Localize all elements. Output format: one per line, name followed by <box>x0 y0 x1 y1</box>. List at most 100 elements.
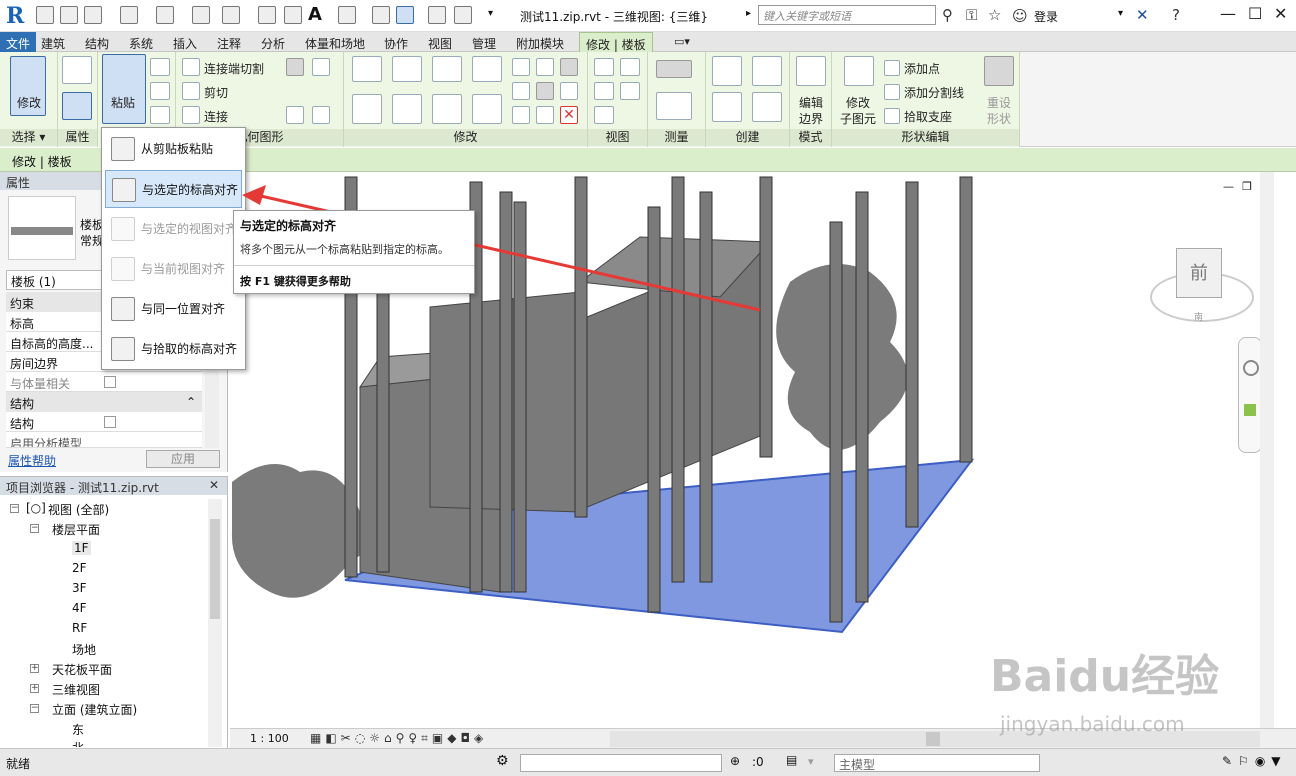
properties-icon[interactable] <box>62 92 92 120</box>
scale-label[interactable]: 1 : 100 <box>250 732 289 745</box>
menu-item-align-selected-views[interactable]: 与选定的视图对齐 <box>105 210 242 248</box>
edit-boundary-icon[interactable] <box>796 56 826 86</box>
section-icon[interactable] <box>372 6 390 24</box>
tab-structure[interactable]: 结构 <box>85 35 109 52</box>
exchange-apps-icon[interactable]: ✕ <box>1136 6 1149 24</box>
hide-icon[interactable] <box>594 58 614 76</box>
copy-icon[interactable] <box>150 82 170 100</box>
text-icon[interactable]: A <box>308 4 322 25</box>
selection-filter-icons[interactable]: ✎⚐◉▼ <box>1222 754 1287 768</box>
design-options-icon[interactable]: ▤ <box>786 753 797 767</box>
login-dropdown-icon[interactable]: ▾ <box>1118 8 1123 19</box>
tab-massing[interactable]: 体量和场地 <box>305 35 365 52</box>
zoom-icon[interactable] <box>1244 404 1256 416</box>
tab-collaborate[interactable]: 协作 <box>384 35 408 52</box>
type-properties-icon[interactable] <box>62 56 92 84</box>
join-geometry-icon[interactable] <box>182 106 200 124</box>
undo-icon[interactable] <box>120 6 138 24</box>
dimension-icon[interactable] <box>258 6 276 24</box>
mirror-draw-icon[interactable] <box>472 56 502 82</box>
browser-scroll-thumb[interactable] <box>210 519 220 619</box>
structural-checkbox[interactable] <box>104 416 116 428</box>
delete-icon[interactable]: ✕ <box>560 106 578 124</box>
browser-scrollbar[interactable] <box>208 499 222 747</box>
search-input[interactable]: 键入关键字或短语 <box>758 5 936 25</box>
split-element-icon[interactable] <box>512 58 530 76</box>
cut-clipboard-icon[interactable] <box>150 58 170 76</box>
subscription-icon[interactable]: ⚿ <box>966 6 977 24</box>
measure-icon[interactable] <box>222 6 240 24</box>
align-icon[interactable] <box>352 56 382 82</box>
tree-level-4f[interactable]: 4F <box>72 601 87 615</box>
view-minimize-icon[interactable]: — <box>1223 180 1234 193</box>
graphics-icon[interactable] <box>620 82 640 100</box>
split-gap-icon[interactable] <box>536 58 554 76</box>
override-icon[interactable] <box>620 58 640 76</box>
create-part-icon[interactable] <box>712 56 742 86</box>
collapse-icon[interactable]: − <box>30 524 39 533</box>
tree-elevation-east[interactable]: 东 <box>72 721 84 738</box>
trim-icon[interactable] <box>472 94 502 124</box>
tab-systems[interactable]: 系统 <box>129 35 153 52</box>
tab-options-icon[interactable]: ▭▾ <box>674 35 690 48</box>
switch-windows-icon[interactable] <box>454 6 472 24</box>
scale-icon[interactable] <box>536 82 554 100</box>
qat-dropdown-icon[interactable]: ▾ <box>488 8 493 19</box>
cut-label[interactable]: 剪切 <box>204 84 228 101</box>
collapse-icon[interactable]: ⌃ <box>186 395 196 409</box>
tree-level-rf[interactable]: RF <box>72 621 87 635</box>
add-point-icon[interactable] <box>884 60 900 76</box>
linework-icon[interactable] <box>594 82 614 100</box>
split-face-icon[interactable] <box>312 58 330 76</box>
move-icon[interactable] <box>352 94 382 124</box>
array-icon[interactable] <box>512 82 530 100</box>
user-icon[interactable]: ☺ <box>1012 7 1028 25</box>
cut-geometry-icon[interactable] <box>182 82 200 100</box>
properties-help-link[interactable]: 属性帮助 <box>8 452 56 469</box>
match-properties-icon[interactable] <box>150 106 170 124</box>
sync-icon[interactable] <box>84 6 102 24</box>
tab-addins[interactable]: 附加模块 <box>516 35 564 52</box>
tab-view[interactable]: 视图 <box>428 35 452 52</box>
minimize-button[interactable]: — <box>1220 4 1236 23</box>
collapse-icon[interactable]: − <box>30 704 39 713</box>
design-options-dropdown[interactable]: ▾ <box>808 755 814 768</box>
save-icon[interactable] <box>60 6 78 24</box>
aligned-dimension-icon[interactable] <box>656 92 692 120</box>
menu-item-align-selected-levels[interactable]: 与选定的标高对齐 <box>105 170 242 208</box>
tree-views-all[interactable]: 视图 (全部) <box>48 501 109 518</box>
paint-view-icon[interactable] <box>594 106 614 124</box>
prop-row-structural[interactable]: 结构 <box>6 412 202 432</box>
scroll-thumb[interactable] <box>926 732 940 746</box>
create-group-icon[interactable] <box>752 56 782 86</box>
modify-sub-elements-icon[interactable] <box>844 56 874 86</box>
tag-icon[interactable] <box>284 6 302 24</box>
menu-item-align-current-view[interactable]: 与当前视图对齐 <box>105 250 242 288</box>
thin-lines-icon[interactable] <box>396 6 414 24</box>
tree-3d-views[interactable]: 三维视图 <box>52 681 100 698</box>
modify-sub-label-2[interactable]: 子图元 <box>840 110 876 127</box>
trim-extend-icon[interactable] <box>512 106 530 124</box>
reset-shape-icon[interactable] <box>984 56 1014 86</box>
viewcube-face[interactable]: 前 <box>1176 248 1222 298</box>
paint-icon[interactable] <box>286 106 304 124</box>
editable-only-icon[interactable]: ⊕ <box>730 754 740 768</box>
workset-select[interactable] <box>520 754 722 772</box>
demolish-icon[interactable] <box>312 106 330 124</box>
tab-modify-floor[interactable]: 修改 | 楼板 <box>579 32 653 53</box>
expand-icon[interactable]: + <box>30 664 39 673</box>
tree-ceiling-plans[interactable]: 天花板平面 <box>52 661 112 678</box>
tree-elevations[interactable]: 立面 (建筑立面) <box>52 701 137 718</box>
tree-floor-plans[interactable]: 楼层平面 <box>52 521 100 538</box>
binoculars-icon[interactable]: ⚲ <box>942 6 953 24</box>
mirror-axis-icon[interactable] <box>432 56 462 82</box>
copy-element-icon[interactable] <box>392 94 422 124</box>
favorites-icon[interactable]: ☆ <box>988 6 1001 24</box>
design-option-select[interactable]: 主模型 <box>834 754 1040 772</box>
paste-button[interactable] <box>102 54 146 124</box>
add-split-line-label[interactable]: 添加分割线 <box>904 84 964 101</box>
3d-view-icon[interactable] <box>338 6 356 24</box>
create-similar-icon[interactable] <box>752 92 782 122</box>
pick-support-icon[interactable] <box>884 108 900 124</box>
tab-insert[interactable]: 插入 <box>173 35 197 52</box>
